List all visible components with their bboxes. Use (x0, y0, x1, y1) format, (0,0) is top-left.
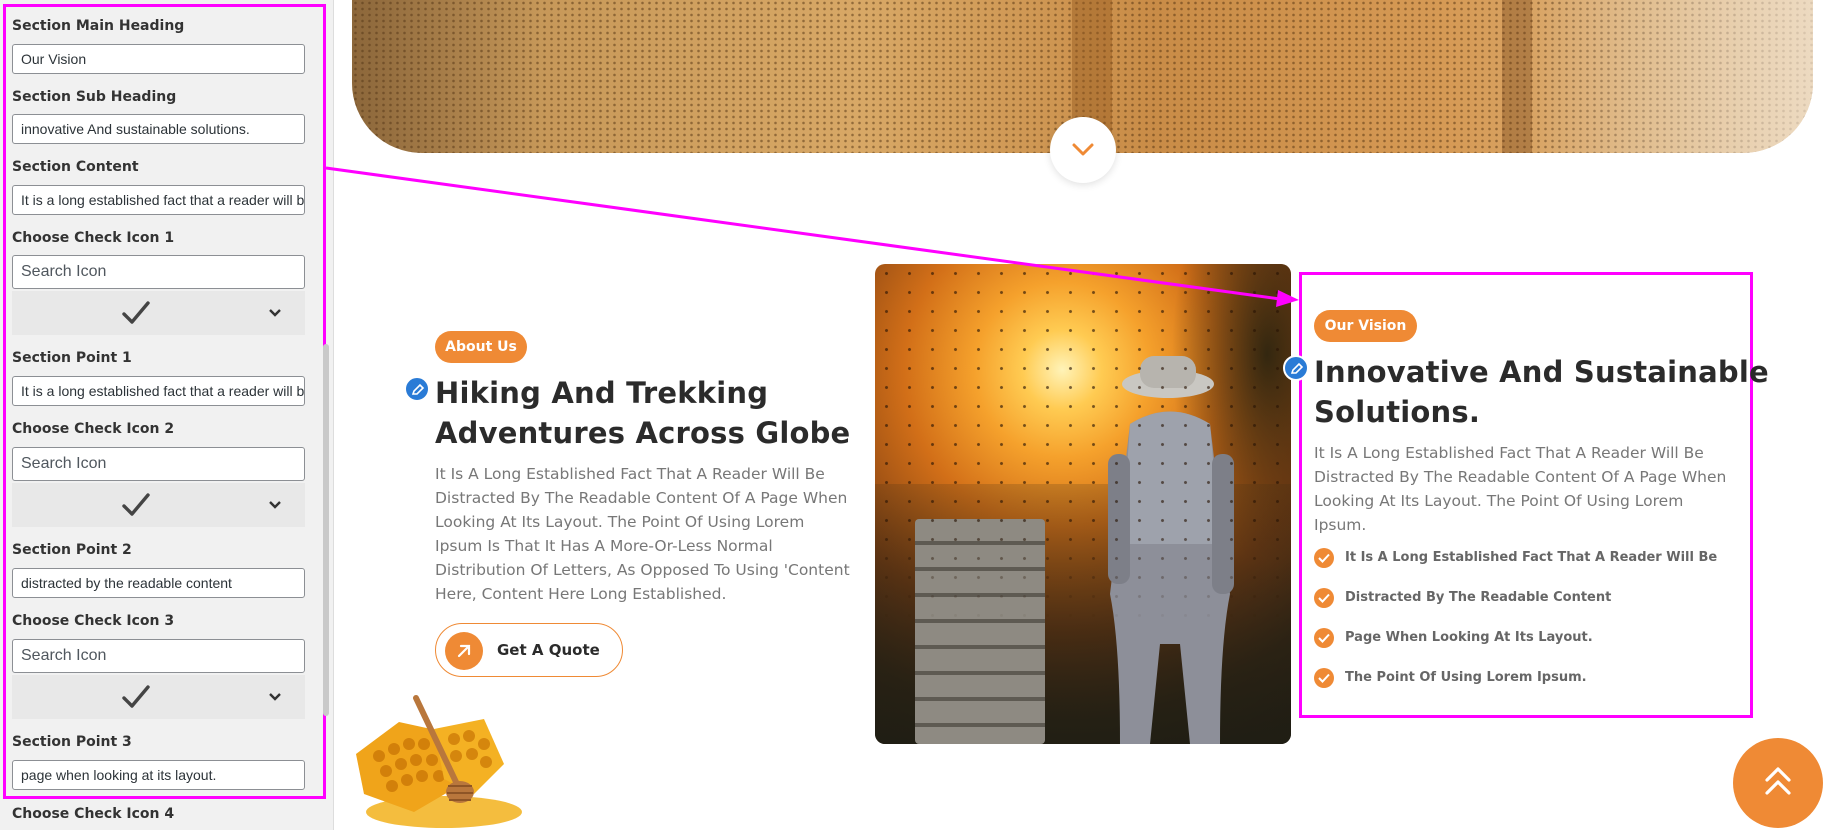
scroll-down-button[interactable] (1050, 117, 1116, 183)
check-circle-icon (1314, 548, 1334, 568)
check-circle-icon (1314, 668, 1334, 688)
vision-paragraph: It Is A Long Established Fact That A Rea… (1314, 444, 1727, 534)
get-a-quote-label: Get A Quote (497, 641, 600, 659)
check-icon-3-label: Choose Check Icon 3 (12, 613, 175, 629)
point-2-input[interactable]: distracted by the readable content (12, 568, 305, 598)
vision-title-line-2: Solutions. (1314, 395, 1481, 429)
point-3-input[interactable]: page when looking at its layout. (12, 760, 305, 790)
double-chevron-up-icon (1765, 767, 1791, 795)
chevron-down-icon (1072, 143, 1094, 156)
icon-search-input-3[interactable]: Search Icon (12, 639, 305, 673)
edit-pencil-icon[interactable] (1283, 355, 1309, 381)
chevron-down-icon[interactable] (268, 498, 282, 512)
about-badge: About Us (435, 331, 527, 363)
point-2-label: Section Point 2 (12, 542, 132, 558)
check-icon-4-label: Choose Check Icon 4 (12, 806, 175, 822)
point-1-input[interactable]: It is a long established fact that a rea… (12, 376, 305, 406)
check-icon (122, 685, 150, 708)
check-icon-1-label: Choose Check Icon 1 (12, 230, 175, 246)
icon-search-input-2[interactable]: Search Icon (12, 447, 305, 481)
check-icon (122, 301, 150, 324)
check-icon (122, 493, 150, 516)
edit-pencil-icon[interactable] (404, 376, 430, 402)
about-paragraph: It Is A Long Established Fact That A Rea… (435, 465, 850, 603)
arrow-up-right-icon (445, 632, 483, 670)
honeycomb-image (356, 695, 522, 828)
sub-heading-label: Section Sub Heading (12, 89, 177, 105)
about-title-line-1: Hiking And Trekking (435, 376, 769, 410)
chevron-down-icon[interactable] (268, 690, 282, 704)
chevron-down-icon[interactable] (268, 306, 282, 320)
vision-badge: Our Vision (1314, 310, 1417, 342)
point-1-label: Section Point 1 (12, 350, 132, 366)
icon-search-input-1[interactable]: Search Icon (12, 255, 305, 289)
beekeeper-photo (875, 264, 1291, 744)
icon-picker-1[interactable] (12, 291, 305, 335)
check-circle-icon (1314, 628, 1334, 648)
content-label: Section Content (12, 159, 139, 175)
sub-heading-input[interactable]: innovative And sustainable solutions. (12, 114, 305, 144)
point-3-label: Section Point 3 (12, 734, 132, 750)
check-icon-2-label: Choose Check Icon 2 (12, 421, 175, 437)
content-input[interactable]: It is a long established fact that a rea… (12, 185, 305, 215)
about-title-line-2: Adventures Across Globe (435, 416, 851, 450)
panel-scrollbar[interactable] (323, 344, 329, 716)
icon-picker-3[interactable] (12, 675, 305, 719)
check-circle-icon (1314, 588, 1334, 608)
main-heading-input[interactable]: Our Vision (12, 44, 305, 74)
get-a-quote-button[interactable]: Get A Quote (435, 623, 623, 677)
icon-picker-2[interactable] (12, 483, 305, 527)
customizer-panel: Section Main Heading Our Vision Section … (0, 0, 334, 830)
main-heading-label: Section Main Heading (12, 18, 185, 34)
vision-title-line-1: Innovative And Sustainable (1314, 355, 1769, 389)
back-to-top-button[interactable] (1733, 738, 1823, 828)
